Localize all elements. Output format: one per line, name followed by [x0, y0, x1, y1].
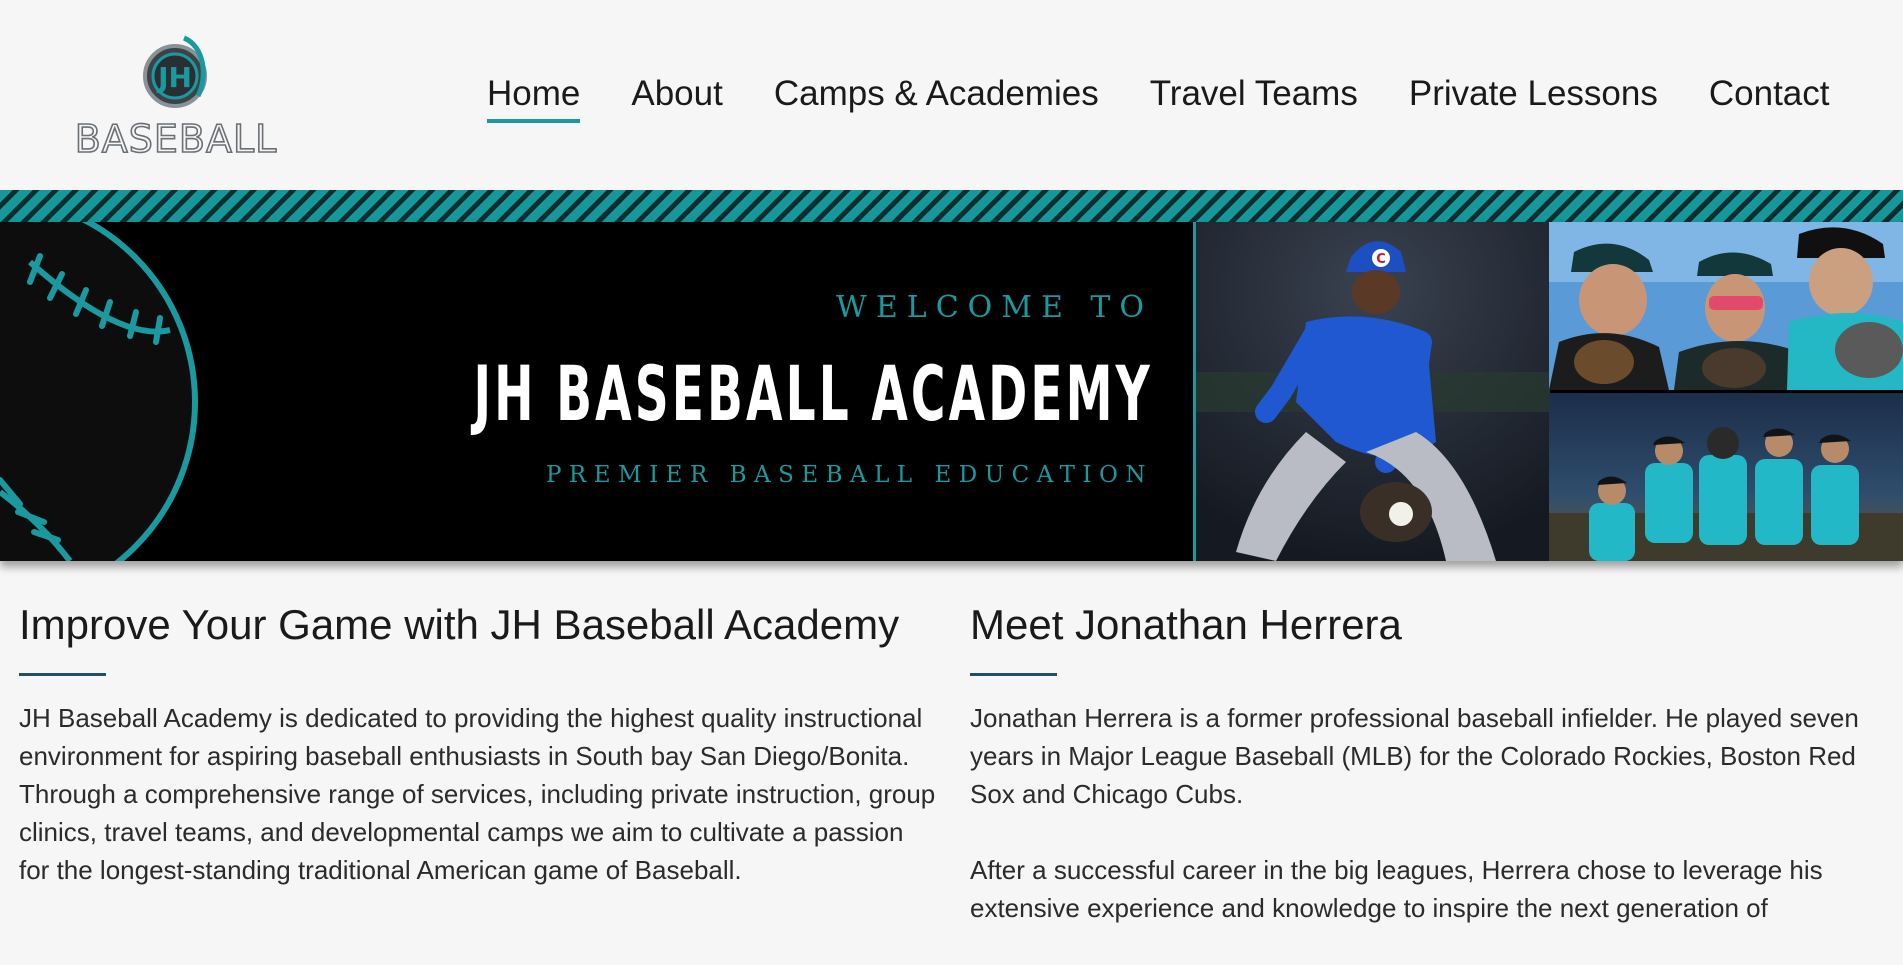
baseball-graphic — [0, 222, 230, 561]
coach-bio-paragraph-2: After a successful career in the big lea… — [970, 855, 1823, 923]
academy-intro-section: Improve Your Game with JH Baseball Acade… — [19, 600, 939, 927]
heading-divider — [970, 673, 1057, 676]
logo-monogram: JH — [156, 61, 192, 94]
hero-tagline: PREMIER BASEBALL EDUCATION — [545, 462, 1153, 488]
svg-text:C: C — [1376, 252, 1386, 267]
nav-camps-academies[interactable]: Camps & Academies — [774, 72, 1099, 116]
nav-home[interactable]: Home — [487, 72, 581, 123]
coach-bio-heading: Meet Jonathan Herrera — [970, 601, 1402, 648]
infielder-fielding-ground-ball-photo: C — [1193, 222, 1550, 561]
site-header: JH BASEBALL Home About Camps & Academies… — [0, 0, 1903, 190]
hero-banner: WELCOME TO JH BASEBALL ACADEMY PREMIER B… — [0, 222, 1903, 561]
main-nav: Home About Camps & Academies Travel Team… — [487, 72, 1830, 123]
academy-intro-heading: Improve Your Game with JH Baseball Acade… — [19, 601, 900, 648]
nav-about[interactable]: About — [631, 72, 722, 116]
logo-wordmark: BASEBALL — [75, 117, 278, 157]
coach-bio-section: Meet Jonathan Herrera Jonathan Herrera i… — [970, 600, 1890, 965]
nav-private-lessons[interactable]: Private Lessons — [1409, 72, 1658, 116]
nav-travel-teams[interactable]: Travel Teams — [1150, 72, 1358, 116]
nav-contact[interactable]: Contact — [1709, 72, 1830, 116]
hero-text: WELCOME TO JH BASEBALL ACADEMY PREMIER B… — [353, 222, 1153, 561]
youth-team-group-photo — [1549, 393, 1903, 561]
hero-title: JH BASEBALL ACADEMY — [473, 349, 1153, 438]
hero-welcome: WELCOME TO — [836, 290, 1153, 325]
heading-divider — [19, 673, 106, 676]
coach-bio-paragraph-1: Jonathan Herrera is a former professiona… — [970, 703, 1859, 809]
youth-players-closeup-photo — [1549, 222, 1903, 390]
site-logo[interactable]: JH BASEBALL — [56, 32, 296, 157]
hero-stripe-band — [0, 190, 1903, 222]
academy-intro-paragraph: JH Baseball Academy is dedicated to prov… — [19, 703, 936, 885]
